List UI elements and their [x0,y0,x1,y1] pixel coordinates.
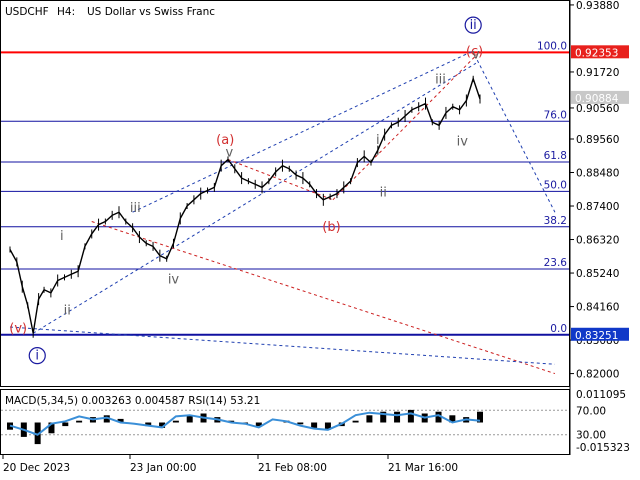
wave-label: ii [380,186,387,201]
time-tick-label: 21 Feb 08:00 [258,462,327,474]
indicator-axis: 0.011095 70.00 30.00-0.015323 [576,389,630,454]
indicator-tick-label: -0.015323 [576,442,630,454]
price-tick-label: 0.87400 [576,201,619,213]
price-tag-label: 0.83251 [575,330,618,342]
fib-level-label: 76.0 [544,109,567,121]
red-trend-line [91,221,556,375]
chart-symbol: USDCHF [5,6,49,18]
time-tick-label: 21 Mar 16:00 [388,462,458,474]
price-tick-label: 0.91720 [576,67,619,79]
price-series [9,75,481,338]
time-tick-label: 23 Jan 00:00 [130,462,196,474]
trend-lines [9,50,556,375]
wave-labels: (v)iiiiiiiiv(a)v(b)iiiiiiiv(c)vii [9,16,483,365]
price-tick-label: 0.93880 [576,0,619,12]
wave-channel-lower [32,62,477,334]
price-line [9,76,481,334]
fib-level-label: 50.0 [544,179,567,191]
wave-label: iv [457,135,469,150]
fib-level-label: 100.0 [537,40,567,52]
chart-timeframe: H4: [57,6,75,18]
wave-label: iii [435,72,446,87]
indicator-series [1,409,569,445]
price-tick-label: 0.82000 [576,369,619,381]
time-axis: 20 Dec 2023 23 Jan 00:00 21 Feb 08:00 21 Ma… [2,455,458,474]
wave-label: i [60,229,64,244]
wave-label: (v) [9,321,27,336]
fib-level-label: 23.6 [544,257,568,269]
base-trend-line [9,326,555,365]
price-tag-label: 0.90884 [575,93,619,105]
time-tick-label: 20 Dec 2023 [3,462,70,474]
price-tick-label: 0.88480 [576,168,619,180]
indicator-tick-label: 0.011095 [576,389,626,401]
wave-label: v [472,48,480,63]
indicator-tick-label: 70.00 [576,405,606,417]
indicator-title: MACD(5,34,5) 0.003263 0.004587 RSI(14) 5… [5,395,260,407]
wave-label: i [376,133,380,148]
projection-line [476,59,556,213]
main-plot-frame [0,0,570,387]
indicator-tick-label: 30.00 [576,430,606,442]
price-tick-label: 0.89560 [576,134,619,146]
wave-label: ii [470,18,477,33]
wave-label: (b) [322,220,340,235]
fib-level-label: 0.0 [550,323,567,335]
wave-label: ii [64,304,71,319]
wave-label: iii [130,201,141,216]
wave-label: v [225,145,233,160]
fib-level-label: 61.8 [544,150,567,162]
chart-description: US Dollar vs Swiss Franc [87,6,215,18]
fib-level-label: 38.2 [544,215,567,227]
chart-root: USDCHF H4: US Dollar vs Swiss Franc 100.… [0,0,630,474]
wave-label: iv [168,273,180,288]
price-tick-label: 0.84160 [576,302,619,314]
price-tag-label: 0.92353 [575,47,618,59]
price-tick-label: 0.86320 [576,235,619,247]
price-tags: 0.92353 0.90884 0.83251 [571,45,629,342]
price-tick-label: 0.85240 [576,268,619,280]
wave-bc-line [332,56,475,201]
fib-levels: 100.0 76.0 61.8 50.0 38.2 23.6 0.0 [1,40,569,336]
wave-label: i [35,349,39,364]
